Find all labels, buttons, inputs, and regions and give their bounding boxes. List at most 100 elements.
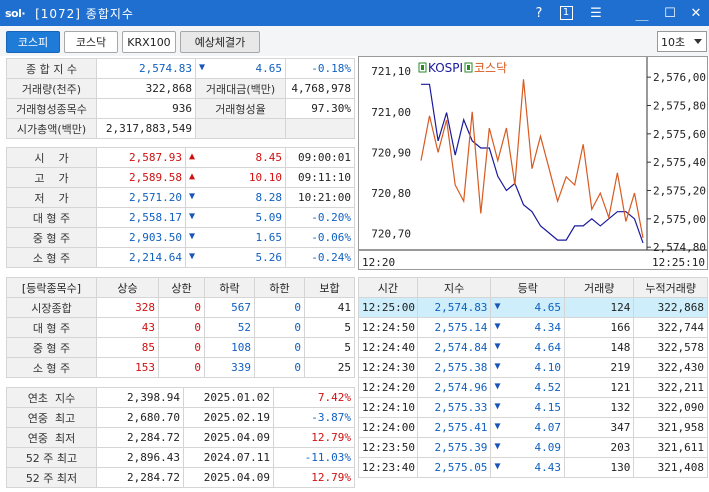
menu-icon[interactable]: ☰ xyxy=(586,0,606,26)
tick-row[interactable]: 12:23:40 2,575.05 ▼ 4.43 130 321,408 xyxy=(358,457,708,478)
yearly-label: 연중 최고 xyxy=(6,407,97,428)
down-arrow-icon: ▼ xyxy=(494,361,501,372)
price-label: 시 가 xyxy=(6,147,97,168)
price-value: 2,214.64 xyxy=(96,247,186,268)
price-time: 09:11:10 xyxy=(285,167,355,188)
tick-time: 12:24:10 xyxy=(358,397,418,418)
tick-index: 2,575.14 xyxy=(416,317,492,338)
yearly-value: 2,398.94 xyxy=(96,387,184,408)
left-axis-tick: 720,80 xyxy=(371,187,411,200)
trading-ratio-label: 거래형성율 xyxy=(195,98,286,119)
chart-svg: 721,10 721,00 720,90 720,80 720,70 2,576,00 2,… xyxy=(359,57,707,269)
down-arrow-icon: ▼ xyxy=(494,341,501,352)
advances-count: 328 xyxy=(96,297,159,318)
tick-header-cell: 지수 xyxy=(416,277,492,298)
breadth-label: 소 형 주 xyxy=(6,357,97,378)
up-arrow-icon: ▲ xyxy=(189,151,196,162)
tick-index: 2,575.39 xyxy=(416,437,492,458)
unchanged-count: 41 xyxy=(304,297,355,318)
left-axis-tick: 720,90 xyxy=(371,146,411,159)
yearly-value: 2,896.43 xyxy=(96,447,184,468)
breadth-row: 소 형 주 153 0 339 0 25 xyxy=(6,357,355,378)
tick-time: 12:23:50 xyxy=(358,437,418,458)
close-icon[interactable]: ✕ xyxy=(686,0,706,26)
price-label: 중 형 주 xyxy=(6,227,97,248)
tick-header-cell: 등락 xyxy=(490,277,566,298)
page-number-icon[interactable]: 1 xyxy=(559,6,573,20)
interval-select[interactable]: 10초 xyxy=(657,31,707,52)
price-row: 고 가 2,589.58 ▲ 10.10 09:11:10 xyxy=(6,167,355,188)
yearly-value: 2,680.70 xyxy=(96,407,184,428)
tick-change: 4.10 xyxy=(534,361,562,374)
yearly-value: 2,284.72 xyxy=(96,427,184,448)
tick-row[interactable]: 12:24:20 2,574.96 ▼ 4.52 121 322,211 xyxy=(358,377,708,398)
lower-limit-count: 0 xyxy=(254,317,305,338)
tick-cum-volume: 322,578 xyxy=(633,337,708,358)
tick-cum-volume: 322,090 xyxy=(633,397,708,418)
advances-count: 85 xyxy=(96,337,159,358)
yearly-value: 2,284.72 xyxy=(96,467,184,488)
tick-row[interactable]: 12:23:50 2,575.39 ▼ 4.09 203 321,611 xyxy=(358,437,708,458)
breadth-label: 중 형 주 xyxy=(6,337,97,358)
legend-swatch-fill xyxy=(421,65,424,70)
price-change: 5.26 xyxy=(255,251,283,264)
tab-expected-price[interactable]: 예상체결가 xyxy=(180,31,260,53)
tick-row[interactable]: 12:24:40 2,574.84 ▼ 4.64 148 322,578 xyxy=(358,337,708,358)
tick-volume: 347 xyxy=(564,417,635,438)
tick-index: 2,574.83 xyxy=(416,297,492,318)
minimize-icon[interactable]: ＿ xyxy=(632,0,652,26)
tick-row[interactable]: 12:24:10 2,575.33 ▼ 4.15 132 322,090 xyxy=(358,397,708,418)
tick-row[interactable]: 12:24:00 2,575.41 ▼ 4.07 347 321,958 xyxy=(358,417,708,438)
tick-row[interactable]: 12:25:00 2,574.83 ▼ 4.65 124 322,868 xyxy=(358,297,708,318)
right-axis-tick: 2,575,00 xyxy=(653,213,706,226)
price-row: 중 형 주 2,903.50 ▼ 1.65 -0.06% xyxy=(6,227,355,248)
maximize-icon[interactable]: ☐ xyxy=(660,0,680,26)
declines-count: 108 xyxy=(204,337,255,358)
tick-cum-volume: 321,611 xyxy=(633,437,708,458)
tick-index: 2,575.05 xyxy=(416,457,492,478)
tick-cum-volume: 322,868 xyxy=(633,297,708,318)
breadth-row: 중 형 주 85 0 108 0 5 xyxy=(6,337,355,358)
summary-table: 종 합 지 수 2,574.83 ▼ 4.65 -0.18% 거래량(천주) 32… xyxy=(6,58,355,139)
composite-index-label: 종 합 지 수 xyxy=(6,58,97,79)
help-icon[interactable]: ? xyxy=(530,0,548,26)
declines-count: 567 xyxy=(204,297,255,318)
market-cap-label: 시가총액(백만) xyxy=(6,118,97,139)
yearly-label: 연초 지수 xyxy=(6,387,97,408)
price-change: 8.45 xyxy=(255,151,283,164)
tick-cum-volume: 321,958 xyxy=(633,417,708,438)
tick-index: 2,575.41 xyxy=(416,417,492,438)
tab-kospi[interactable]: 코스피 xyxy=(6,31,60,53)
legend-swatch-fill xyxy=(467,65,470,70)
breadth-header-cell: 하락 xyxy=(204,277,255,298)
yearly-pct: 12.79% xyxy=(273,427,355,448)
price-change: 1.65 xyxy=(255,231,283,244)
yearly-row: 52 주 최저 2,284.72 2025.04.09 12.79% xyxy=(6,467,355,488)
tab-kosdaq[interactable]: 코스닥 xyxy=(64,31,118,53)
price-time: 09:00:01 xyxy=(285,147,355,168)
price-label: 고 가 xyxy=(6,167,97,188)
price-row: 소 형 주 2,214.64 ▼ 5.26 -0.24% xyxy=(6,247,355,268)
yearly-row: 연초 지수 2,398.94 2025.01.02 7.42% xyxy=(6,387,355,408)
down-arrow-icon: ▼ xyxy=(494,461,501,472)
tick-header-cell: 거래량 xyxy=(564,277,635,298)
breadth-header-cell: 상승 xyxy=(96,277,159,298)
up-arrow-icon: ▲ xyxy=(189,171,196,182)
tick-header: 시간 지수 등락 거래량 누적거래량 xyxy=(358,277,708,298)
title-bar: sol· [1072] 종합지수 ? 1 ☰ ＿ ☐ ✕ xyxy=(0,0,709,26)
unchanged-count: 25 xyxy=(304,357,355,378)
tick-cum-volume: 322,430 xyxy=(633,357,708,378)
tick-change: 4.15 xyxy=(534,401,562,414)
tick-row[interactable]: 12:24:50 2,575.14 ▼ 4.34 166 322,744 xyxy=(358,317,708,338)
chevron-down-icon xyxy=(694,39,702,44)
right-axis-tick: 2,575,60 xyxy=(653,128,706,141)
tick-volume: 203 xyxy=(564,437,635,458)
tick-row[interactable]: 12:24:30 2,575.38 ▼ 4.10 219 322,430 xyxy=(358,357,708,378)
tick-table: 시간 지수 등락 거래량 누적거래량 12:25:00 2,574.83 ▼ 4.65 124 32… xyxy=(358,277,708,478)
price-row: 대 형 주 2,558.17 ▼ 5.09 -0.20% xyxy=(6,207,355,228)
tick-change: 4.65 xyxy=(534,301,562,314)
market-cap-value: 2,317,883,549 xyxy=(96,118,196,139)
yearly-date: 2025.01.02 xyxy=(183,387,274,408)
yearly-label: 52 주 최고 xyxy=(6,447,97,468)
tab-krx100[interactable]: KRX100 xyxy=(122,31,176,53)
